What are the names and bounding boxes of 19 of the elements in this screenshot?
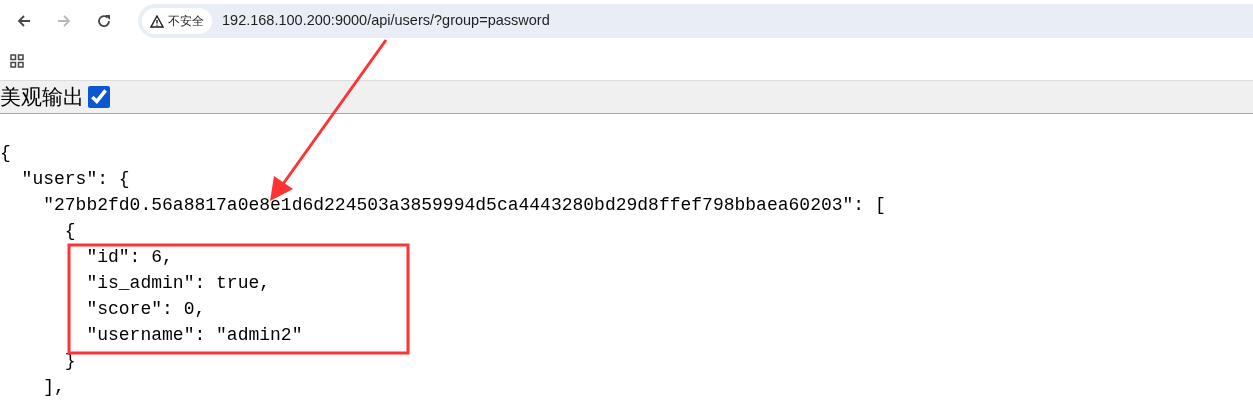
code-line: "id": 6, — [85, 246, 173, 269]
pretty-print-label: 美观输出 — [0, 86, 84, 108]
code-line: "users": { — [20, 168, 130, 191]
pretty-print-checkbox[interactable] — [88, 86, 110, 108]
code-line: "score": 0, — [85, 298, 206, 321]
code-line: "username": "admin2" — [85, 324, 303, 347]
left-arrow-icon — [16, 13, 32, 29]
url-text: 192.168.100.200:9000/api/users/?group=password — [222, 11, 550, 31]
security-chip[interactable]: 不安全 — [142, 8, 212, 34]
code-line: "27bb2fd0.56a8817a0e8e1d6d224503a3859994d5ca4443280bd29d8ffef798bbaea60203": [ — [42, 194, 886, 217]
reload-icon — [96, 13, 112, 29]
apps-icon[interactable] — [10, 54, 24, 68]
code-line: ], — [42, 376, 65, 399]
address-bar[interactable]: 不安全 192.168.100.200:9000/api/users/?group=password — [138, 4, 1253, 38]
code-line: { — [0, 142, 11, 165]
right-arrow-icon — [56, 13, 72, 29]
warning-icon — [150, 14, 164, 28]
code-line: "is_admin": true, — [85, 272, 271, 295]
code-line: { — [63, 220, 76, 243]
